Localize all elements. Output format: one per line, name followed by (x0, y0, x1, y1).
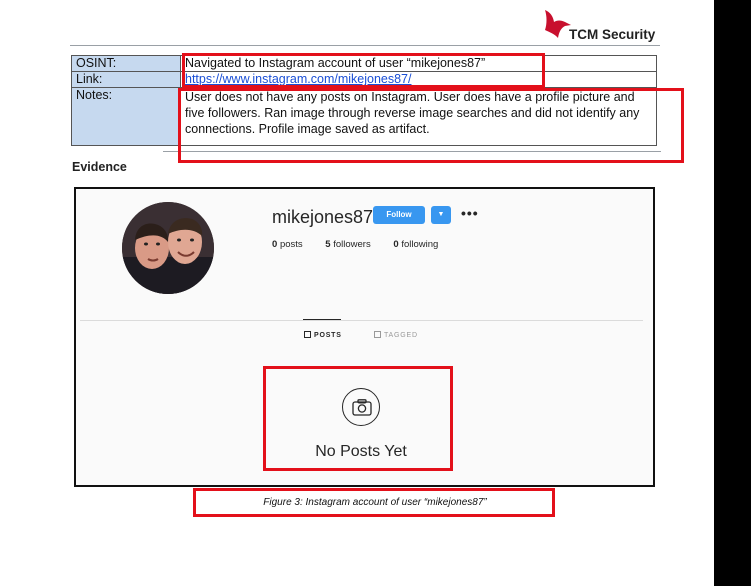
profile-avatar (122, 202, 214, 294)
tab-posts[interactable]: POSTS (304, 331, 342, 339)
profile-divider (80, 320, 643, 321)
following-count: 0 (393, 239, 399, 250)
instagram-username: mikejones87 (272, 207, 374, 227)
document-page: TCM Security OSINT: Navigated to Instagr… (0, 0, 714, 586)
row-key-osint: OSINT: (71, 55, 181, 72)
tag-icon (374, 331, 381, 338)
side-margin (714, 0, 751, 586)
tab-posts-label: POSTS (314, 332, 342, 339)
row-key-link: Link: (71, 71, 181, 88)
followers-label: followers (333, 239, 371, 250)
following-label: following (401, 239, 439, 250)
posts-label: posts (279, 239, 303, 250)
row-key-notes: Notes: (71, 87, 181, 146)
posts-count: 0 (272, 239, 278, 250)
annotation-box-osint (182, 53, 545, 88)
annotation-box-caption (193, 488, 555, 517)
annotation-box-no-posts (263, 366, 453, 471)
follow-button[interactable]: Follow (373, 206, 425, 224)
following-stat[interactable]: 0 following (393, 239, 438, 250)
tab-tagged[interactable]: TAGGED (374, 331, 418, 339)
logo-text: TCM Security (569, 27, 656, 42)
tab-tagged-label: TAGGED (384, 332, 418, 339)
tcm-security-logo: TCM Security (541, 8, 661, 48)
more-dots-icon[interactable]: ••• (461, 205, 479, 221)
active-tab-indicator (303, 319, 341, 320)
profile-stats: 0 posts 5 followers 0 following (272, 239, 458, 250)
caret-down-icon[interactable]: ▼ (431, 206, 451, 224)
followers-stat[interactable]: 5 followers (325, 239, 370, 250)
followers-count: 5 (325, 239, 331, 250)
grid-icon (304, 331, 311, 338)
evidence-heading: Evidence (72, 160, 127, 174)
header-rule (70, 45, 660, 46)
posts-stat[interactable]: 0 posts (272, 239, 303, 250)
annotation-box-notes (178, 88, 684, 163)
